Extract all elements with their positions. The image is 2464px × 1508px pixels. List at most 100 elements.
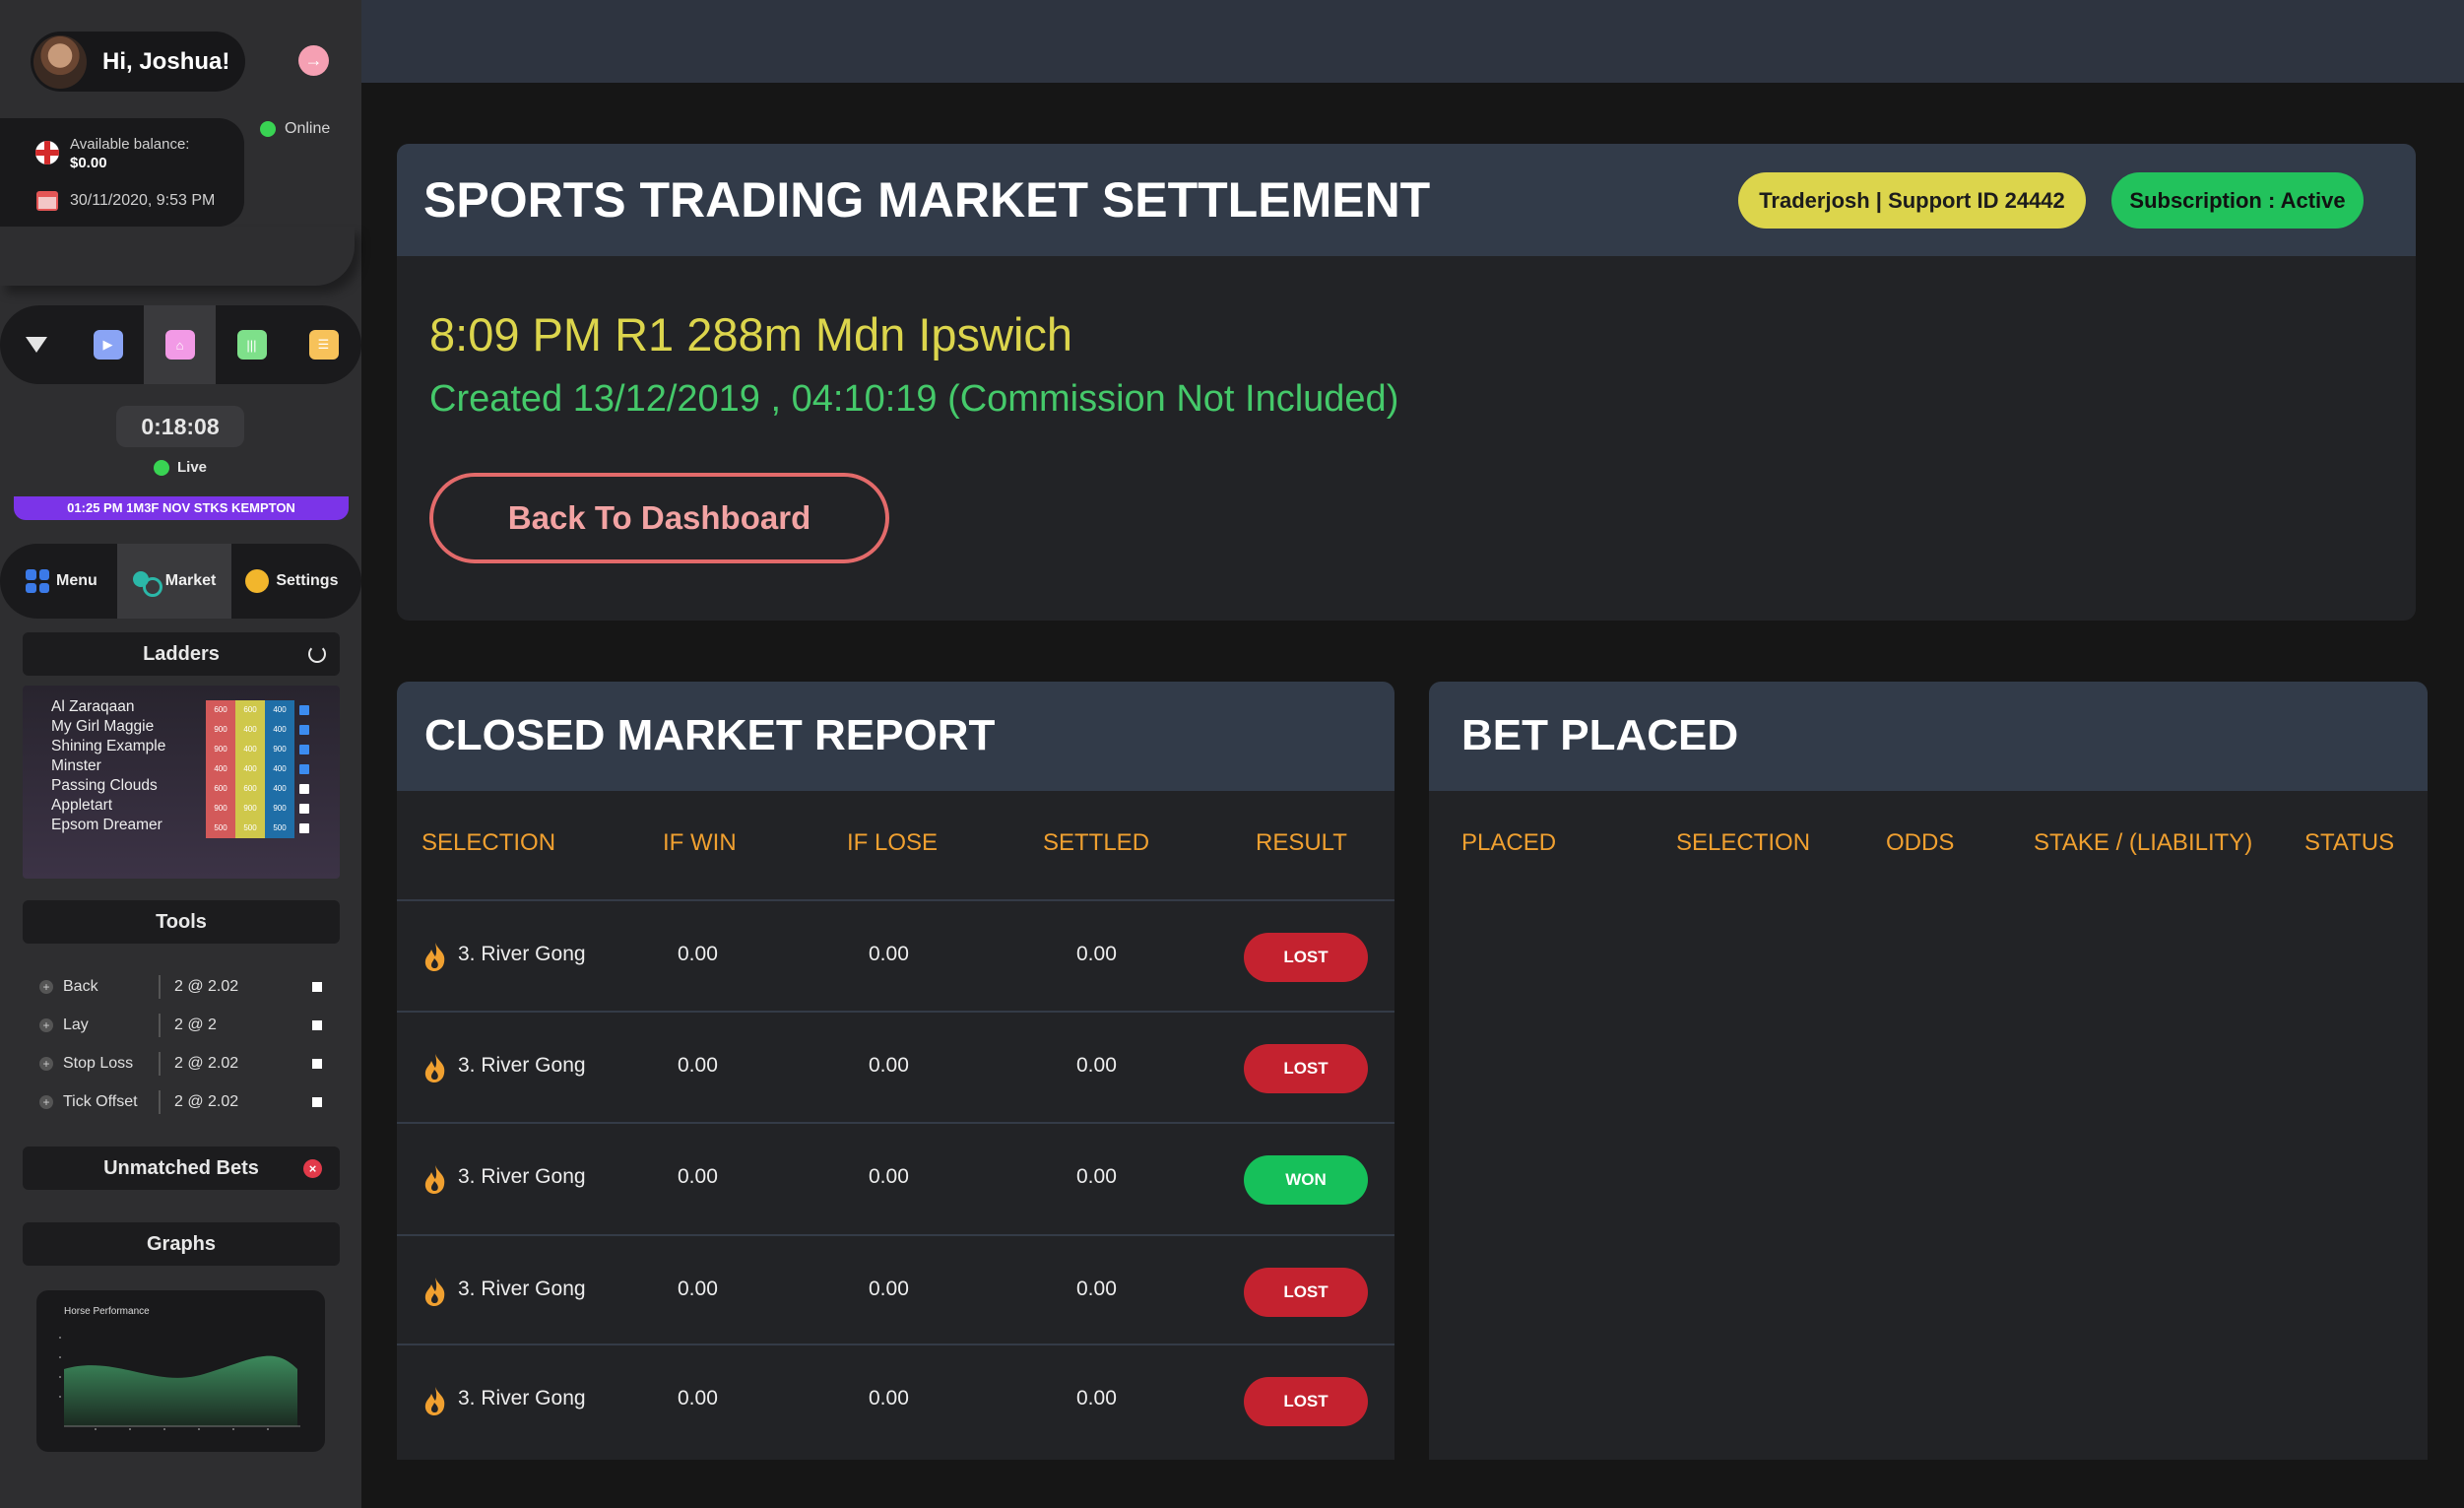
ladder-price-cell[interactable]: 900 bbox=[265, 799, 294, 819]
tool-row-lay[interactable]: + Lay 2 @ 2 bbox=[39, 1014, 322, 1037]
ladder-price-cell[interactable]: 400 bbox=[206, 759, 235, 779]
ladder-price-cell[interactable]: 900 bbox=[206, 740, 235, 759]
quick-home[interactable]: ⌂ bbox=[144, 305, 216, 384]
tools-header[interactable]: Tools bbox=[23, 900, 340, 944]
ladder-checkbox-cell bbox=[294, 779, 314, 799]
refresh-icon[interactable] bbox=[308, 645, 326, 663]
ladder-price-cell[interactable]: 900 bbox=[265, 740, 294, 759]
result-badge[interactable]: LOST bbox=[1244, 1044, 1368, 1093]
ladder-price-cell[interactable]: 900 bbox=[235, 799, 265, 819]
avatar[interactable] bbox=[33, 34, 87, 89]
logout-arrow-icon[interactable]: → bbox=[298, 45, 329, 76]
ladder-checkbox[interactable] bbox=[299, 804, 309, 814]
selection-cell: 3. River Gong bbox=[458, 1387, 586, 1410]
col-if-win: IF WIN bbox=[663, 829, 737, 856]
ladder-checkbox[interactable] bbox=[299, 764, 309, 774]
settled-cell: 0.00 bbox=[1076, 943, 1117, 965]
quick-columns[interactable]: ||| bbox=[216, 305, 288, 384]
ladder-runner-name[interactable]: Shining Example bbox=[51, 737, 165, 756]
tool-row-back[interactable]: + Back 2 @ 2.02 bbox=[39, 975, 322, 999]
table-row[interactable]: 3. River Gong 0.00 0.00 0.00 LOST bbox=[397, 899, 1394, 1011]
ladder-checkbox-cell bbox=[294, 819, 314, 838]
result-badge[interactable]: LOST bbox=[1244, 1377, 1368, 1426]
settled-cell: 0.00 bbox=[1076, 1278, 1117, 1300]
ladder-price-cell[interactable]: 400 bbox=[235, 740, 265, 759]
play-icon: ▶ bbox=[93, 330, 123, 360]
nav-menu[interactable]: Menu bbox=[0, 544, 97, 619]
back-to-dashboard-button[interactable]: Back To Dashboard bbox=[429, 473, 889, 563]
ladder-runner-name[interactable]: Epsom Dreamer bbox=[51, 816, 165, 835]
col-settled: SETTLED bbox=[1043, 829, 1150, 856]
tool-value: 2 @ 2.02 bbox=[174, 978, 239, 995]
page-title: SPORTS TRADING MARKET SETTLEMENT bbox=[423, 172, 1431, 228]
close-icon[interactable]: × bbox=[303, 1159, 322, 1178]
ladder-price-cell[interactable]: 400 bbox=[235, 759, 265, 779]
tool-row-stop-loss[interactable]: + Stop Loss 2 @ 2.02 bbox=[39, 1052, 322, 1076]
ladders-header[interactable]: Ladders bbox=[23, 632, 340, 676]
ladder-price-cell[interactable]: 500 bbox=[265, 819, 294, 838]
result-badge[interactable]: WON bbox=[1244, 1155, 1368, 1205]
ladder-price-cell[interactable]: 600 bbox=[206, 700, 235, 720]
bet-title: BET PLACED bbox=[1461, 711, 1739, 759]
col-selection: SELECTION bbox=[421, 829, 556, 856]
ladder-checkbox-cell bbox=[294, 759, 314, 779]
result-badge[interactable]: LOST bbox=[1244, 933, 1368, 982]
divider bbox=[159, 1014, 161, 1037]
ladder-price-cell[interactable]: 600 bbox=[235, 779, 265, 799]
plus-icon[interactable]: + bbox=[39, 1095, 53, 1109]
tool-checkbox[interactable] bbox=[312, 982, 322, 992]
table-row[interactable]: 3. River Gong 0.00 0.00 0.00 LOST bbox=[397, 1344, 1394, 1455]
tool-row-tick-offset[interactable]: + Tick Offset 2 @ 2.02 bbox=[39, 1090, 322, 1114]
collapse-toggle[interactable] bbox=[0, 305, 72, 384]
ladder-price-cell[interactable]: 400 bbox=[265, 700, 294, 720]
ladder-price-cell[interactable]: 500 bbox=[235, 819, 265, 838]
nav-market-label: Market bbox=[164, 572, 217, 589]
ladder-price-cell[interactable]: 600 bbox=[235, 700, 265, 720]
ladder-price-cell[interactable]: 400 bbox=[265, 759, 294, 779]
unmatched-bets-header[interactable]: Unmatched Bets × bbox=[23, 1147, 340, 1190]
ladder-price-cell[interactable]: 900 bbox=[206, 720, 235, 740]
if-win-cell: 0.00 bbox=[678, 1054, 718, 1077]
ladder-price-cell[interactable]: 900 bbox=[206, 799, 235, 819]
ladder-checkbox[interactable] bbox=[299, 823, 309, 833]
if-win-cell: 0.00 bbox=[678, 1278, 718, 1300]
plus-icon[interactable]: + bbox=[39, 1018, 53, 1032]
ladder-runner-name[interactable]: Appletart bbox=[51, 796, 165, 816]
ladder-price-cell[interactable]: 400 bbox=[235, 720, 265, 740]
ladder-price-cell[interactable]: 600 bbox=[206, 779, 235, 799]
race-ticker[interactable]: 01:25 PM 1M3F NOV STKS KEMPTON bbox=[14, 496, 349, 520]
top-bar bbox=[361, 0, 2464, 83]
columns-icon: ||| bbox=[236, 330, 267, 360]
ladder-price-cell[interactable]: 400 bbox=[265, 779, 294, 799]
ladder-checkbox[interactable] bbox=[299, 784, 309, 794]
ladder-price-cell[interactable]: 500 bbox=[206, 819, 235, 838]
ladder-price-cell[interactable]: 400 bbox=[265, 720, 294, 740]
ladder-checkbox[interactable] bbox=[299, 745, 309, 754]
ladder-runner-name[interactable]: Al Zaraqaan bbox=[51, 697, 165, 717]
ladder-checkbox-cell bbox=[294, 799, 314, 819]
table-row[interactable]: 3. River Gong 0.00 0.00 0.00 LOST bbox=[397, 1011, 1394, 1122]
ladder-checkbox[interactable] bbox=[299, 725, 309, 735]
plus-icon[interactable]: + bbox=[39, 1057, 53, 1071]
result-badge[interactable]: LOST bbox=[1244, 1268, 1368, 1317]
plus-icon[interactable]: + bbox=[39, 980, 53, 994]
quick-play[interactable]: ▶ bbox=[72, 305, 144, 384]
tool-checkbox[interactable] bbox=[312, 1059, 322, 1069]
tool-checkbox[interactable] bbox=[312, 1020, 322, 1030]
if-win-cell: 0.00 bbox=[678, 943, 718, 965]
ladder-runner-name[interactable]: Passing Clouds bbox=[51, 776, 165, 796]
tool-checkbox[interactable] bbox=[312, 1097, 322, 1107]
table-row[interactable]: 3. River Gong 0.00 0.00 0.00 WON bbox=[397, 1122, 1394, 1233]
ladder-runner-name[interactable]: Minster bbox=[51, 756, 165, 776]
ladder-runner-name[interactable]: My Girl Maggie bbox=[51, 717, 165, 737]
nav-settings[interactable]: Settings bbox=[231, 544, 338, 619]
nav-menu-label: Menu bbox=[56, 572, 97, 589]
ladder-checkbox[interactable] bbox=[299, 705, 309, 715]
nav-market[interactable]: Market bbox=[116, 544, 232, 619]
race-title: 8:09 PM R1 288m Mdn Ipswich bbox=[429, 308, 1073, 361]
tool-label: Stop Loss bbox=[63, 1055, 134, 1072]
graphs-header[interactable]: Graphs bbox=[23, 1222, 340, 1266]
table-row[interactable]: 3. River Gong 0.00 0.00 0.00 LOST bbox=[397, 1234, 1394, 1345]
quick-list[interactable]: ☰ bbox=[288, 305, 359, 384]
col-bet-selection: SELECTION bbox=[1676, 829, 1811, 856]
